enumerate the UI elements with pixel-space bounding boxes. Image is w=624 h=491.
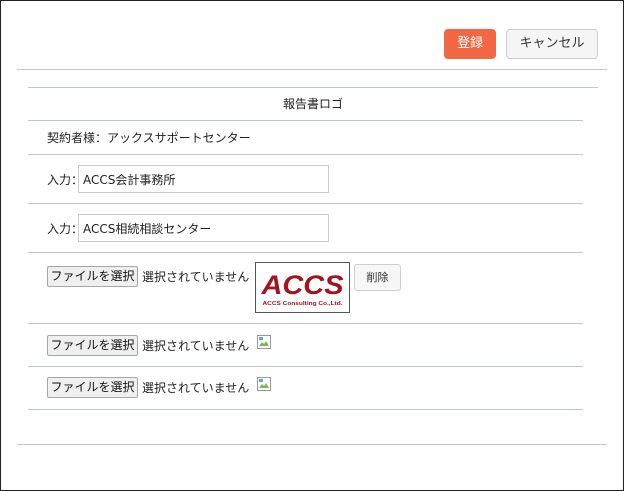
- section-title: 報告書ロゴ: [282, 97, 343, 111]
- divider: [28, 366, 583, 367]
- divider: [28, 120, 583, 121]
- logo-preview-image: ACCS ACCS Consulting Co.,Ltd.: [255, 262, 350, 313]
- dialog-frame: 登録 キャンセル 報告書ロゴ 契約者様：アックスサポートセンター 入力： 入力：…: [0, 0, 624, 491]
- office-name-input[interactable]: [78, 165, 329, 193]
- divider: [28, 252, 583, 253]
- divider: [17, 69, 607, 70]
- divider: [17, 444, 607, 445]
- choose-file-button[interactable]: ファイルを選択: [47, 335, 138, 356]
- file-status-text: 選択されていません: [142, 381, 250, 395]
- broken-image-icon: [257, 377, 271, 391]
- logo-subtext: ACCS Consulting Co.,Ltd.: [263, 301, 344, 307]
- contractor-label: 契約者様：アックスサポートセンター: [47, 131, 251, 145]
- cancel-button[interactable]: キャンセル: [506, 29, 598, 59]
- file-status-text: 選択されていません: [142, 339, 250, 353]
- delete-logo-button[interactable]: 削除: [354, 264, 401, 291]
- divider: [28, 154, 583, 155]
- file-status-text: 選択されていません: [142, 270, 250, 284]
- accs-logo: ACCS ACCS Consulting Co.,Ltd.: [260, 270, 344, 307]
- divider: [28, 203, 583, 204]
- divider: [28, 409, 583, 410]
- broken-image-icon: [257, 335, 271, 349]
- center-name-input[interactable]: [78, 214, 329, 242]
- register-button[interactable]: 登録: [444, 29, 496, 59]
- logo-text: ACCS: [260, 270, 343, 300]
- divider: [28, 323, 583, 324]
- choose-file-button[interactable]: ファイルを選択: [47, 266, 138, 287]
- choose-file-button[interactable]: ファイルを選択: [47, 377, 138, 398]
